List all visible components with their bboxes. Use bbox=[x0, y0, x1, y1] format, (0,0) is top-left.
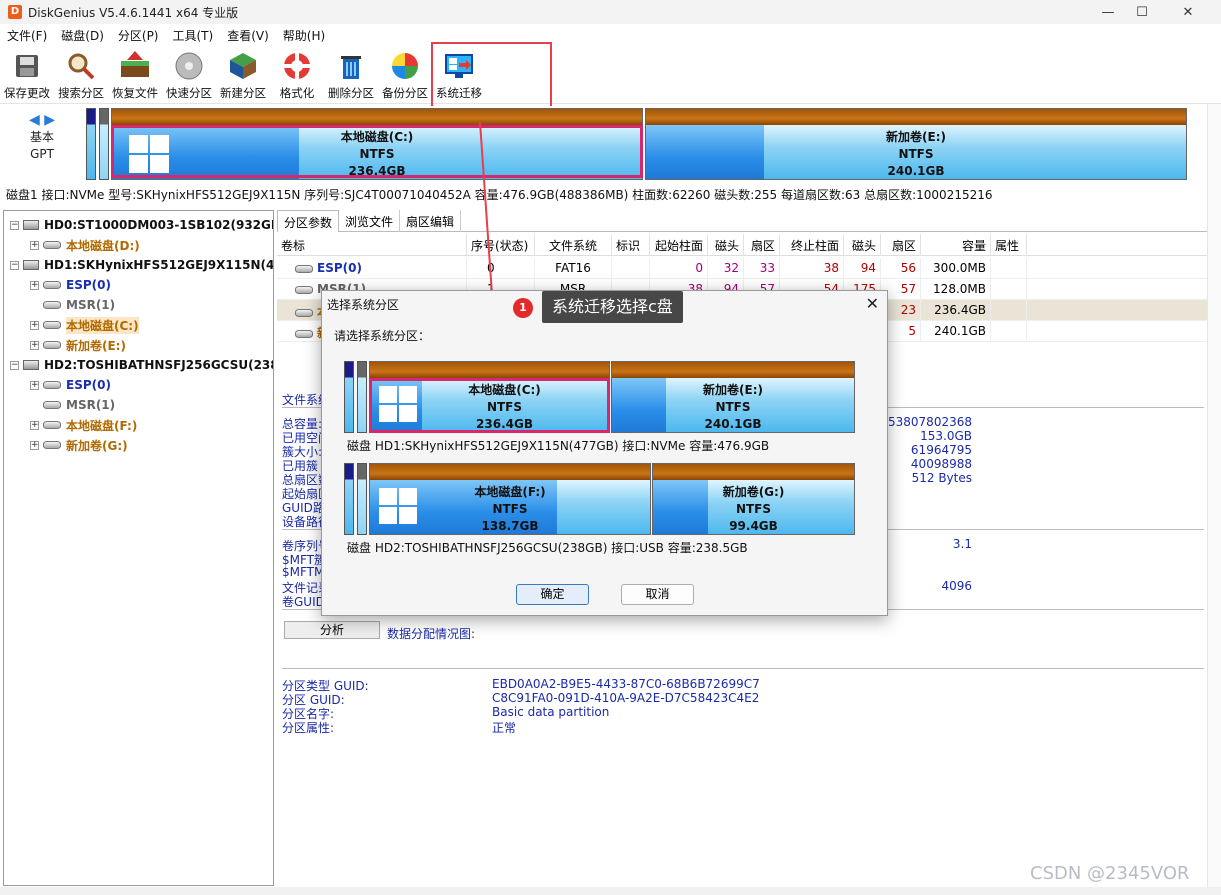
partition-icon bbox=[43, 341, 61, 349]
tab-partition-params[interactable]: 分区参数 bbox=[277, 210, 340, 232]
partition-icon bbox=[295, 285, 313, 294]
app-logo-icon: D bbox=[8, 5, 22, 19]
tree-partition-c[interactable]: + 本地磁盘(C:) bbox=[30, 315, 139, 335]
right-scrollbar[interactable] bbox=[1207, 104, 1221, 887]
menu-tools[interactable]: 工具(T) bbox=[166, 27, 221, 44]
format-button[interactable]: 格式化 bbox=[270, 46, 324, 102]
dialog-partition-g[interactable]: 新加卷(G:) NTFS 99.4GB bbox=[652, 463, 855, 535]
tree-partition-e[interactable]: + 新加卷(E:) bbox=[30, 335, 126, 355]
partition-icon bbox=[43, 401, 61, 409]
toolbar: 保存更改 搜索分区 恢复文件 快速分区 新建分区 格式化 删除分区 备份分区 系… bbox=[0, 46, 1221, 104]
backup-partition-button[interactable]: 备份分区 bbox=[378, 46, 432, 102]
menu-file[interactable]: 文件(F) bbox=[0, 27, 54, 44]
partition-type-guid: EBD0A0A2-B9E5-4433-87C0-68B6B72699C7 bbox=[492, 677, 760, 691]
menu-view[interactable]: 查看(V) bbox=[220, 27, 276, 44]
delete-partition-icon bbox=[335, 50, 367, 82]
dialog-msr-block-hd2[interactable] bbox=[357, 463, 367, 535]
nav-arrows-icon[interactable]: ◀ ▶ bbox=[18, 112, 66, 129]
dialog-esp-block-hd1[interactable] bbox=[344, 361, 354, 433]
dialog-msr-block-hd1[interactable] bbox=[357, 361, 367, 433]
partition-icon bbox=[43, 381, 61, 389]
esp-partition-block[interactable] bbox=[86, 108, 96, 180]
partition-name: Basic data partition bbox=[492, 705, 610, 719]
search-partition-button[interactable]: 搜索分区 bbox=[54, 46, 108, 102]
tree-partition-msr-hd1[interactable]: MSR(1) bbox=[43, 295, 115, 315]
msr-partition-block[interactable] bbox=[99, 108, 109, 180]
partition-attribute: 正常 bbox=[492, 721, 517, 735]
recover-file-icon bbox=[119, 50, 151, 82]
dialog-close-button[interactable]: ✕ bbox=[866, 294, 879, 313]
status-bar bbox=[0, 887, 1221, 895]
partition-block-e[interactable]: 新加卷(E:) NTFS 240.1GB bbox=[645, 108, 1187, 180]
tree-partition-msr-hd2[interactable]: MSR(1) bbox=[43, 395, 115, 415]
dialog-selected-outline bbox=[369, 378, 610, 433]
menu-disk[interactable]: 磁盘(D) bbox=[54, 27, 111, 44]
menu-bar: 文件(F) 磁盘(D) 分区(P) 工具(T) 查看(V) 帮助(H) bbox=[0, 24, 1221, 46]
partition-guid: C8C91FA0-091D-410A-9A2E-D7C58423C4E2 bbox=[492, 691, 760, 705]
partition-icon bbox=[295, 308, 313, 317]
quick-partition-icon bbox=[173, 50, 205, 82]
tab-sector-edit[interactable]: 扇区编辑 bbox=[400, 210, 462, 232]
dialog-partition-f[interactable]: 本地磁盘(F:) NTFS 138.7GB bbox=[369, 463, 651, 535]
annotation-callout: 系统迁移选择c盘 bbox=[542, 291, 683, 323]
save-icon bbox=[11, 50, 43, 82]
disk-map: ◀ ▶ 基本 GPT 本地磁盘(C:) NTFS 236.4GB 新加卷(E:)… bbox=[0, 106, 1221, 184]
annotation-number-badge: 1 bbox=[513, 298, 533, 318]
analyze-button[interactable]: 分析 bbox=[284, 621, 380, 639]
menu-partition[interactable]: 分区(P) bbox=[111, 27, 166, 44]
select-system-partition-dialog: 选择系统分区 ✕ 请选择系统分区： 本地磁盘(C:) NTFS 236.4GB … bbox=[321, 290, 888, 616]
partition-icon bbox=[43, 241, 61, 249]
search-partition-icon bbox=[65, 50, 97, 82]
tab-browse-files[interactable]: 浏览文件 bbox=[339, 210, 401, 232]
tree-disk-hd2[interactable]: − HD2:TOSHIBATHNSFJ256GCSU(238G bbox=[10, 355, 273, 375]
tree-partition-esp-hd2[interactable]: + ESP(0) bbox=[30, 375, 111, 395]
ok-button[interactable]: 确定 bbox=[516, 584, 589, 605]
tree-partition-d[interactable]: + 本地磁盘(D:) bbox=[30, 235, 140, 255]
tree-disk-hd1[interactable]: −HD1:SKHynixHFS512GEJ9X115N(477G bbox=[10, 255, 273, 275]
delete-partition-button[interactable]: 删除分区 bbox=[324, 46, 378, 102]
save-changes-button[interactable]: 保存更改 bbox=[0, 46, 54, 102]
new-partition-icon bbox=[227, 50, 259, 82]
cancel-button[interactable]: 取消 bbox=[621, 584, 694, 605]
dialog-prompt: 请选择系统分区： bbox=[334, 329, 431, 343]
maximize-button[interactable]: ☐ bbox=[1119, 0, 1165, 24]
disk-tree: − HD0:ST1000DM003-1SB102(932GB) + 本地磁盘(D:)… bbox=[3, 210, 274, 886]
title-bar: D DiskGenius V5.4.6.1441 x64 专业版 — ☐ ✕ bbox=[0, 0, 1221, 24]
tree-partition-esp-hd1[interactable]: + ESP(0) bbox=[30, 275, 111, 295]
backup-partition-icon bbox=[389, 50, 421, 82]
partition-icon bbox=[43, 301, 61, 309]
watermark: CSDN @2345VOR bbox=[1030, 863, 1190, 884]
tree-disk-hd0[interactable]: − HD0:ST1000DM003-1SB102(932GB) bbox=[10, 215, 273, 235]
hard-disk-icon bbox=[23, 360, 39, 370]
grid-header: 卷标 序号(状态) 文件系统 标识 起始柱面 磁头 扇区 终止柱面 磁头 扇区 … bbox=[277, 234, 1207, 256]
dialog-partition-e[interactable]: 新加卷(E:) NTFS 240.1GB bbox=[611, 361, 855, 433]
close-window-button[interactable]: ✕ bbox=[1165, 0, 1211, 24]
table-row[interactable]: ESP(0) 0 FAT16 0 32 33 38 94 56 300.0MB bbox=[277, 258, 1207, 279]
tree-partition-f[interactable]: + 本地磁盘(F:) bbox=[30, 415, 137, 435]
tab-bar: 分区参数 浏览文件 扇区编辑 bbox=[277, 210, 1207, 232]
hard-disk-icon bbox=[23, 220, 39, 230]
format-icon bbox=[281, 50, 313, 82]
partition-icon bbox=[43, 421, 61, 429]
system-migration-highlight bbox=[431, 42, 552, 110]
partition-icon bbox=[43, 281, 61, 289]
disk-type-label: ◀ ▶ 基本 GPT bbox=[18, 112, 66, 163]
partition-icon bbox=[295, 329, 313, 338]
dialog-esp-block-hd2[interactable] bbox=[344, 463, 354, 535]
tree-partition-g[interactable]: + 新加卷(G:) bbox=[30, 435, 128, 455]
selected-partition-outline bbox=[111, 125, 643, 178]
partition-icon bbox=[295, 264, 313, 273]
dialog-title: 选择系统分区 bbox=[327, 298, 400, 312]
data-distribution-label: 数据分配情况图: bbox=[387, 627, 476, 641]
dialog-disk2-info: 磁盘 HD2:TOSHIBATHNSFJ256GCSU(238GB) 接口:US… bbox=[347, 541, 748, 555]
quick-partition-button[interactable]: 快速分区 bbox=[162, 46, 216, 102]
partition-icon bbox=[43, 321, 61, 329]
new-partition-button[interactable]: 新建分区 bbox=[216, 46, 270, 102]
dialog-disk1-info: 磁盘 HD1:SKHynixHFS512GEJ9X115N(477GB) 接口:… bbox=[347, 439, 770, 453]
window-title: DiskGenius V5.4.6.1441 x64 专业版 bbox=[28, 5, 239, 20]
partition-icon bbox=[43, 441, 61, 449]
hard-disk-icon bbox=[23, 260, 39, 270]
menu-help[interactable]: 帮助(H) bbox=[276, 27, 332, 44]
recover-file-button[interactable]: 恢复文件 bbox=[108, 46, 162, 102]
